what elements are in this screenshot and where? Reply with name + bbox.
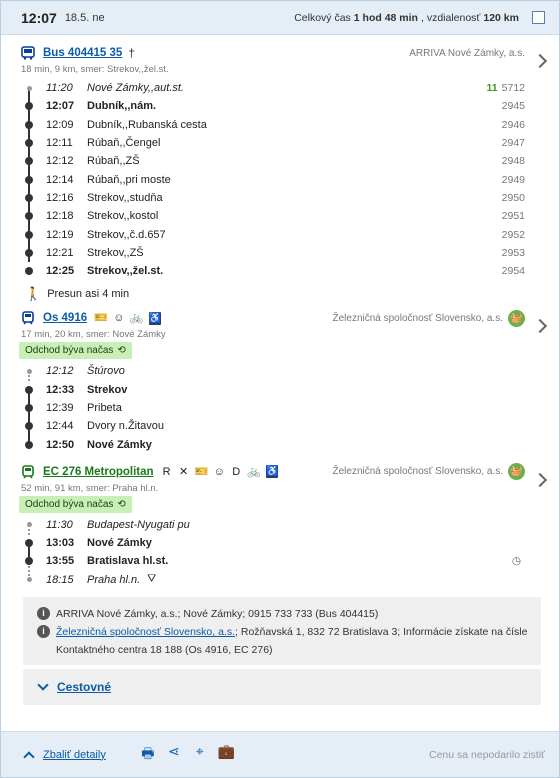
stop-row[interactable]: 12:09 Dubník,,Rubanská cesta 2946 xyxy=(1,116,559,134)
price-note: Cenu sa nepodarilo zistiť xyxy=(428,748,545,761)
stop-row[interactable]: 12:12 Rúbaň,,ZŠ 2948 xyxy=(1,152,559,170)
departure-date: 18.5. ne xyxy=(64,11,105,24)
stop-row[interactable]: 12:18 Strekov,,kostol 2951 xyxy=(1,207,559,225)
cross-mark: † xyxy=(128,46,135,60)
walk-transfer: 🚶 Presun asi 4 min xyxy=(25,286,130,302)
stop-row[interactable]: 12:50 Nové Zámky xyxy=(1,435,559,453)
stop-row[interactable]: 13:03 Nové Zámky xyxy=(1,534,559,552)
clock-icon[interactable]: ◷ xyxy=(512,555,521,567)
stop-row[interactable]: 12:33 Strekov xyxy=(1,381,559,399)
walking-person-icon: 🚶 xyxy=(25,286,42,302)
stop-row[interactable]: 12:11 Rúbaň,,Čengel 2947 xyxy=(1,134,559,152)
smile-icon: ☺ xyxy=(113,312,125,325)
connection-info: 17 min, 20 km, smer: Nové Zámky xyxy=(21,329,166,341)
chevron-right-icon[interactable] xyxy=(532,319,548,334)
train-ec-link[interactable]: EC 276 Metropolitan xyxy=(43,466,154,478)
trip-summary: Celkový čas 1 hod 48 min, vzdialenosť 12… xyxy=(294,11,545,24)
stop-row[interactable]: 18:15 Praha hl.n. ⛛ xyxy=(1,571,559,589)
d-letter-icon: D xyxy=(232,465,241,478)
info-icon: i xyxy=(37,606,50,620)
stop-row[interactable]: 11:30 Budapest-Nyugati pu xyxy=(1,516,559,534)
stop-row[interactable]: 12:14 Rúbaň,,pri moste 2949 xyxy=(1,170,559,188)
operator-name: Železničná spoločnosť Slovensko, a.s. xyxy=(332,466,503,478)
reservation-r-icon: R xyxy=(162,465,171,478)
stop-row[interactable]: 12:19 Strekov,,č.d.657 2952 xyxy=(1,225,559,243)
chevron-right-icon[interactable] xyxy=(532,53,548,69)
zssk-operator-link[interactable]: Železničná spoločnosť Slovensko, a.s. xyxy=(56,626,235,638)
ec-stop-list: 11:30 Budapest-Nyugati pu 13:03 Nové Zámky… xyxy=(1,516,559,589)
connection-header: 12:07 18.5. ne Celkový čas 1 hod 48 min,… xyxy=(1,1,559,35)
wheelchair-icon: ♿ xyxy=(148,311,161,325)
share-icon[interactable]: ⋖ xyxy=(166,743,182,767)
stop-row[interactable]: 12:44 Dvory n.Žitavou xyxy=(1,417,559,435)
bicycle-icon: 🚲 xyxy=(129,312,144,325)
basket-icon[interactable]: 🧺 xyxy=(508,309,525,327)
train-icon xyxy=(22,464,34,479)
stop-row[interactable]: 12:39 Pribeta xyxy=(1,399,559,417)
chevron-up-icon xyxy=(23,750,35,763)
bicycle-icon: 🚲 xyxy=(247,465,261,478)
card-footer: Zbaliť detaily 🖶 ⋖ ⌖ 💼 Cenu sa nepodaril… xyxy=(1,731,559,777)
restaurant-icon: ✕ xyxy=(178,465,189,478)
stop-row[interactable]: 12:25 Strekov,,žel.st. 2954 xyxy=(1,262,559,280)
info-icon: i xyxy=(37,624,50,638)
connection-bus: Bus 404415 35 † ARRIVA Nové Zámky, a.s. … xyxy=(1,35,559,77)
history-icon: ⟲ xyxy=(117,498,126,510)
operator-name: ARRIVA Nové Zámky, a.s. xyxy=(409,47,525,59)
briefcase-icon[interactable]: 💼 xyxy=(218,743,235,767)
bus-icon xyxy=(21,46,35,60)
operator-info-box: i ARRIVA Nové Zámky, a.s.; Nové Zámky; 09… xyxy=(23,596,541,665)
connection-info: 18 min, 9 km, smer: Strekov,,žel.st. xyxy=(21,64,169,75)
print-icon[interactable]: 🖶 xyxy=(140,743,156,767)
operator-name: Železničná spoločnosť Slovensko, a.s. xyxy=(332,312,503,324)
os-stop-list: 12:12 Štúrovo 12:33 Strekov 12:39 Pribeta 1… xyxy=(1,362,559,453)
stop-row[interactable]: 12:16 Strekov,,studňa 2950 xyxy=(1,189,559,207)
collapse-details-link[interactable]: Zbaliť detaily xyxy=(43,749,106,761)
stop-row[interactable]: 12:21 Strekov,,ZŠ 2953 xyxy=(1,244,559,262)
wheelchair-icon: ♿ xyxy=(265,465,279,479)
ticket-icon: 🎫 xyxy=(94,312,108,325)
stop-row[interactable]: 11:20 Nové Zámky,,aut.st. 11 5712 xyxy=(1,79,559,97)
train-icon xyxy=(22,311,34,325)
bus-line-link[interactable]: Bus 404415 35 xyxy=(43,47,122,59)
stop-row[interactable]: 12:12 Štúrovo xyxy=(1,362,559,380)
connection-os: Os 4916 🎫 ☺ 🚲 ♿ Železničná spoločnosť Sl… xyxy=(1,304,559,342)
history-icon: ⟲ xyxy=(117,345,126,357)
fare-link[interactable]: Cestovné xyxy=(57,680,111,694)
stop-row[interactable]: 13:55 Bratislava hl.st. ◷ xyxy=(1,552,559,570)
fare-toggle[interactable]: Cestovné xyxy=(23,668,541,705)
chevron-right-icon[interactable] xyxy=(532,472,548,487)
ticket-icon: 🎫 xyxy=(194,465,209,478)
train-os-link[interactable]: Os 4916 xyxy=(43,312,87,324)
smile-icon: ☺ xyxy=(213,465,225,478)
bus-stop-list: 11:20 Nové Zámky,,aut.st. 11 5712 12:07 Dubn… xyxy=(1,79,559,280)
map-icon[interactable]: ⌖ xyxy=(192,743,208,767)
connection-detail-card: 12:07 18.5. ne Celkový čas 1 hod 48 min,… xyxy=(0,0,560,778)
connection-info: 52 min, 91 km, smer: Praha hl.n. xyxy=(21,482,159,494)
select-checkbox[interactable] xyxy=(532,11,545,24)
departure-time: 12:07 xyxy=(21,9,57,26)
connection-ec: EC 276 Metropolitan R ✕ 🎫 ☺ D 🚲 ♿ Železn… xyxy=(1,454,559,496)
chevron-down-icon xyxy=(37,679,49,691)
basket-icon[interactable]: 🧺 xyxy=(508,463,525,481)
stop-row[interactable]: 12:07 Dubník,,nám. 2945 xyxy=(1,97,559,115)
on-time-badge: Odchod býva načas ⟲ xyxy=(19,342,132,360)
border-icon: ⛛ xyxy=(147,573,157,586)
on-time-badge: Odchod býva načas ⟲ xyxy=(19,495,132,513)
